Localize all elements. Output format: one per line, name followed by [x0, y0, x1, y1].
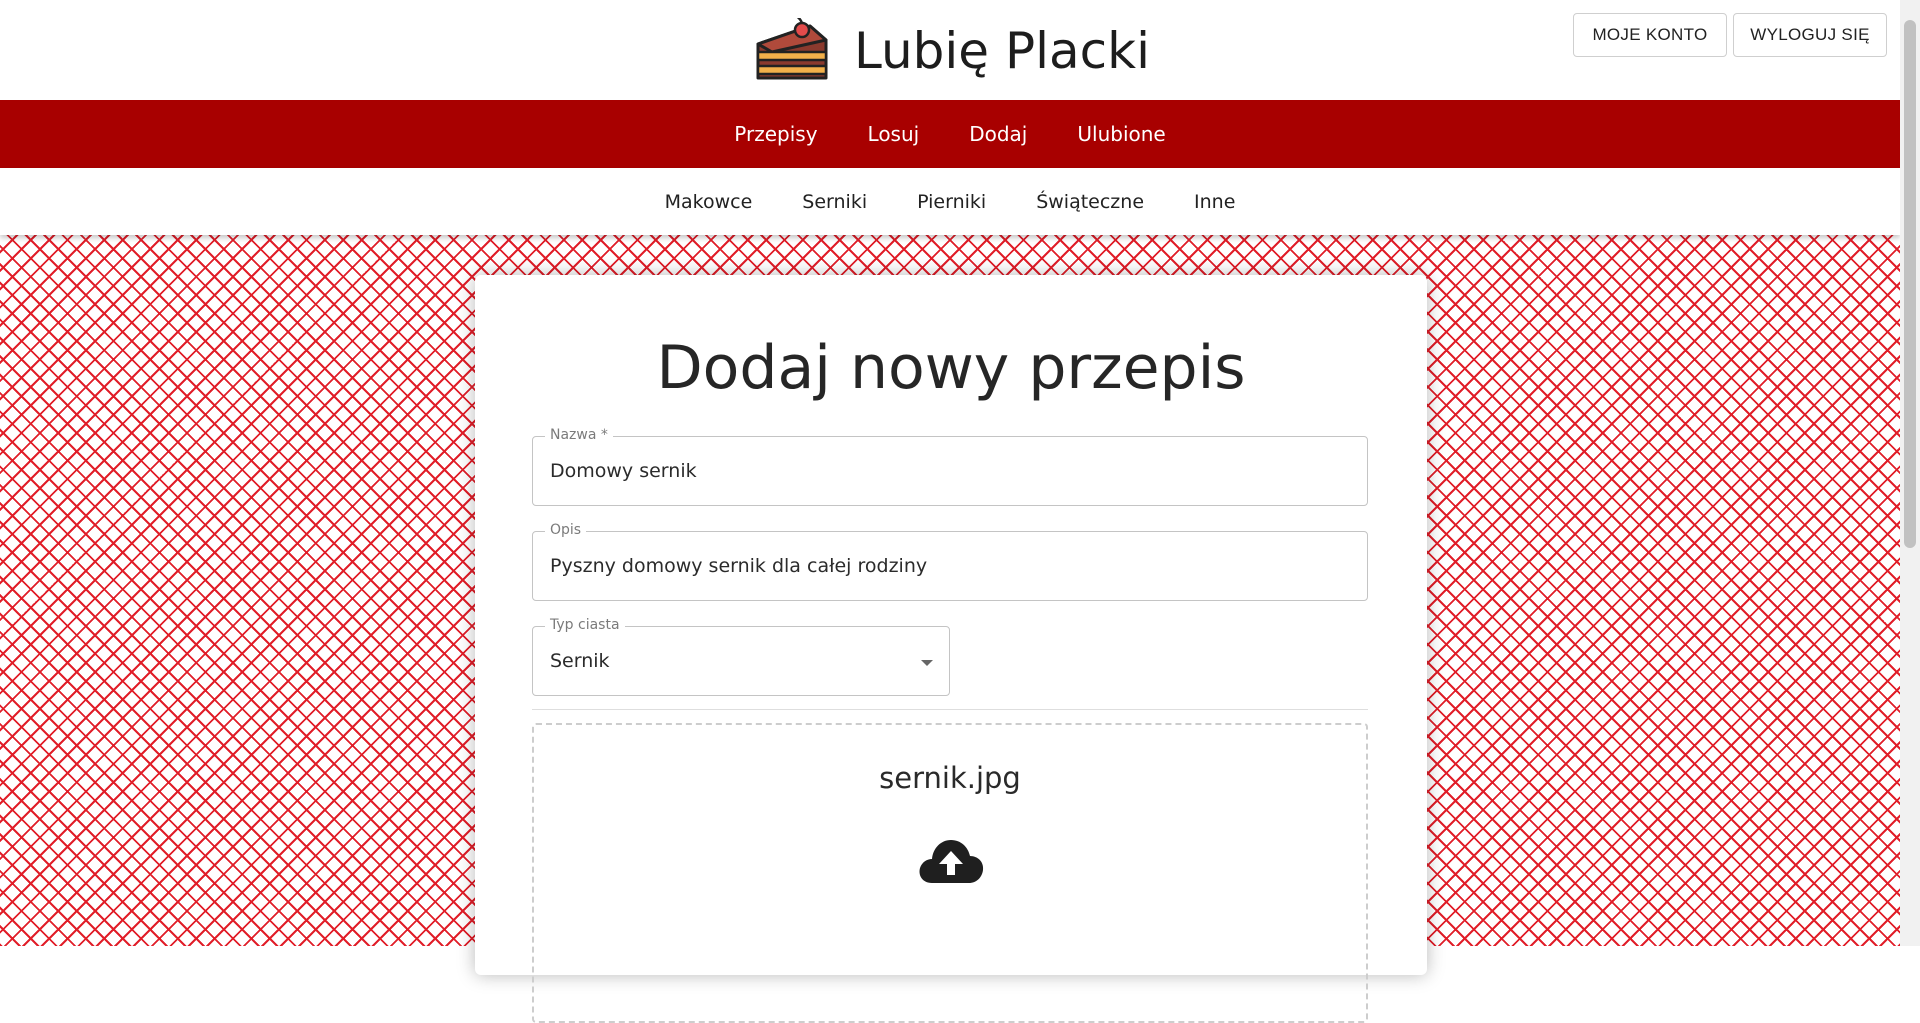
category-nav: Makowce Serniki Pierniki Świąteczne Inne	[0, 168, 1900, 235]
category-pierniki[interactable]: Pierniki	[917, 191, 986, 213]
uploaded-file-name: sernik.jpg	[879, 761, 1021, 795]
cake-slice-icon	[756, 18, 828, 80]
brand-title: Lubię Placki	[854, 22, 1150, 80]
nav-item-losuj[interactable]: Losuj	[868, 122, 920, 146]
nav-item-ulubione[interactable]: Ulubione	[1077, 122, 1165, 146]
nav-item-przepisy[interactable]: Przepisy	[734, 122, 817, 146]
divider	[532, 709, 1368, 710]
category-makowce[interactable]: Makowce	[665, 191, 753, 213]
caret-down-icon[interactable]	[921, 660, 933, 666]
nav-item-dodaj[interactable]: Dodaj	[969, 122, 1027, 146]
scrollbar-thumb[interactable]	[1904, 20, 1916, 548]
cake-type-value[interactable]: Sernik	[550, 627, 610, 695]
name-field[interactable]: Nazwa * Domowy sernik	[532, 427, 1368, 506]
category-serniki[interactable]: Serniki	[802, 191, 867, 213]
main-nav: Przepisy Losuj Dodaj Ulubione	[0, 100, 1900, 168]
description-field[interactable]: Opis Pyszny domowy sernik dla całej rodz…	[532, 522, 1368, 601]
category-swiateczne[interactable]: Świąteczne	[1036, 191, 1144, 213]
my-account-button[interactable]: MOJE KONTO	[1573, 13, 1727, 57]
brand[interactable]: Lubię Placki	[752, 18, 1150, 84]
page-title: Dodaj nowy przepis	[656, 333, 1246, 403]
logout-button[interactable]: WYLOGUJ SIĘ	[1733, 13, 1887, 57]
cloud-upload-icon[interactable]	[918, 835, 984, 885]
image-dropzone[interactable]: sernik.jpg	[532, 723, 1368, 1023]
category-inne[interactable]: Inne	[1194, 191, 1235, 213]
add-recipe-card: Dodaj nowy przepis Nazwa * Domowy sernik…	[475, 275, 1427, 1023]
header: Lubię Placki MOJE KONTO WYLOGUJ SIĘ	[0, 0, 1900, 100]
description-field-value[interactable]: Pyszny domowy sernik dla całej rodziny	[550, 532, 927, 600]
cake-type-select[interactable]: Typ ciasta Sernik	[532, 617, 950, 696]
page-scrollbar[interactable]	[1900, 0, 1920, 946]
name-field-value[interactable]: Domowy sernik	[550, 437, 697, 505]
